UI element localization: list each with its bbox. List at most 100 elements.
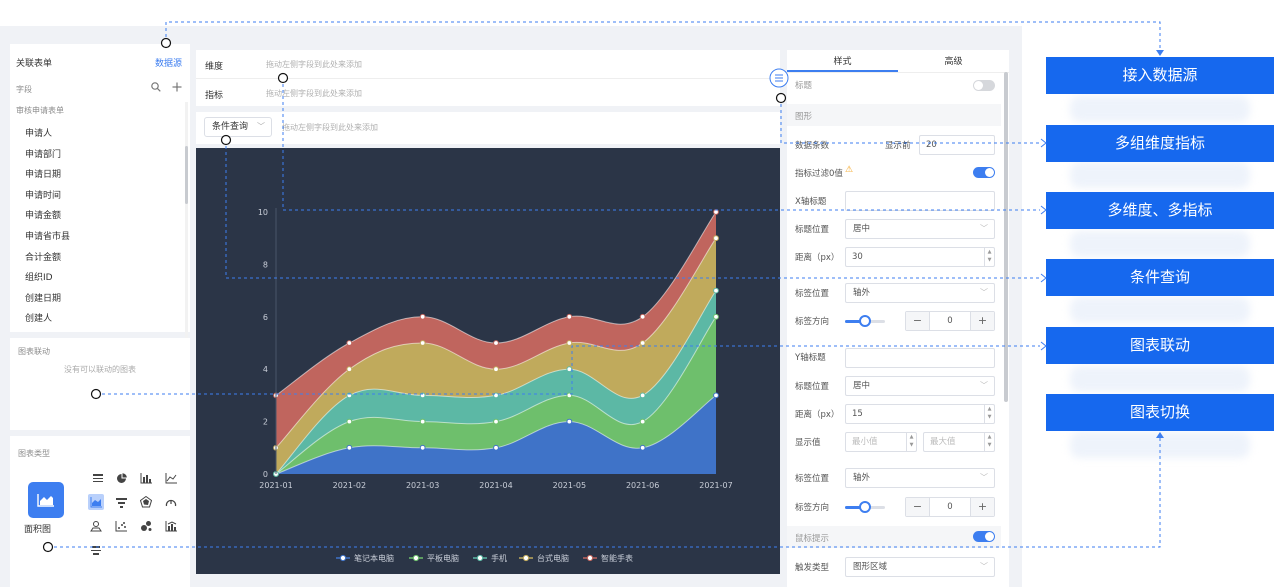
- x-distance-row: 距离（px） 30 ▲ ▼: [787, 246, 1001, 268]
- y-title-position-select[interactable]: 居中 ﹀: [845, 376, 995, 396]
- y-tick-position-select[interactable]: 轴外 ﹀: [845, 468, 995, 488]
- spin-arrows-icon[interactable]: ▲ ▼: [906, 433, 916, 451]
- data-point: [639, 313, 646, 320]
- area-chart-icon[interactable]: [88, 494, 104, 510]
- minus-button[interactable]: −: [906, 312, 930, 330]
- data-point: [639, 444, 646, 451]
- field-scrollbar[interactable]: [185, 102, 188, 374]
- dimension-drop-zone[interactable]: 维度 拖动左侧字段到此处来添加: [196, 50, 780, 78]
- bar-chart-icon[interactable]: [138, 470, 154, 486]
- x-title-position-select[interactable]: 居中 ﹀: [845, 219, 995, 239]
- field-item[interactable]: 合计金额: [25, 248, 70, 269]
- x-title-position-label: 标题位置: [795, 225, 830, 235]
- legend-label: 台式电脑: [537, 553, 569, 563]
- legend-label: 笔记本电脑: [354, 553, 394, 563]
- field-item[interactable]: 申请金额: [25, 206, 70, 227]
- metric-drop-zone[interactable]: 指标 拖动左侧字段到此处来添加: [196, 79, 780, 107]
- title-row: 标题: [787, 74, 1001, 96]
- title-toggle[interactable]: [973, 80, 995, 91]
- chart-linkage-panel: 图表联动 没有可以联动的图表: [10, 338, 190, 430]
- tooltip-toggle[interactable]: [973, 531, 995, 542]
- callout-chart-linkage[interactable]: 图表联动: [1046, 327, 1274, 364]
- callout-condition-query[interactable]: 条件查询: [1046, 259, 1274, 296]
- data-point: [419, 392, 426, 399]
- pie-chart-icon[interactable]: [113, 470, 129, 486]
- data-point: [419, 313, 426, 320]
- plus-button[interactable]: +: [970, 312, 994, 330]
- min-value-input[interactable]: 最小值 ▲ ▼: [845, 432, 917, 452]
- x-tick-direction-slider[interactable]: [845, 315, 885, 327]
- map-chart-icon[interactable]: [88, 518, 104, 534]
- legend-marker: [522, 554, 530, 562]
- radar-chart-icon[interactable]: [138, 494, 154, 510]
- y-distance-row: 距离（px） 15 ▲ ▼: [787, 403, 1001, 425]
- y-title-input[interactable]: [845, 348, 995, 368]
- filter-zero-toggle[interactable]: [973, 167, 995, 178]
- dimension-placeholder: 拖动左侧字段到此处来添加: [266, 60, 362, 69]
- bubble-chart-icon[interactable]: [138, 518, 154, 534]
- y-distance-input[interactable]: 15 ▲ ▼: [845, 404, 995, 424]
- y-tick-label: 10: [258, 208, 268, 217]
- area-chart-selected-icon[interactable]: [28, 482, 64, 518]
- max-value-input[interactable]: 最大值 ▲ ▼: [923, 432, 995, 452]
- datasource-link[interactable]: 数据源: [155, 56, 182, 69]
- x-title-input[interactable]: [845, 191, 995, 211]
- x-tick-direction-stepper[interactable]: − 0 +: [905, 311, 995, 331]
- plus-icon[interactable]: [172, 82, 182, 95]
- form-group-title: 审核申请表单: [16, 106, 64, 115]
- card-chart-icon[interactable]: [88, 542, 104, 558]
- tab-style[interactable]: 样式: [787, 54, 898, 67]
- tab-advanced[interactable]: 高级: [898, 54, 1009, 67]
- callout-shadow: [1070, 162, 1250, 188]
- data-point: [493, 418, 499, 425]
- funnel-chart-icon[interactable]: [113, 494, 129, 510]
- chart-type-title: 图表类型: [18, 449, 50, 458]
- field-item[interactable]: 创建人: [25, 309, 70, 330]
- field-item[interactable]: 申请省市县: [25, 227, 70, 248]
- scatter-chart-icon[interactable]: [113, 518, 129, 534]
- spin-arrows-icon[interactable]: ▲ ▼: [984, 248, 994, 266]
- y-tick-direction-slider[interactable]: [845, 501, 885, 513]
- callout-chart-switch[interactable]: 图表切换: [1046, 394, 1274, 431]
- spin-arrows-icon[interactable]: ▲ ▼: [984, 405, 994, 423]
- display-first-input[interactable]: 20: [919, 135, 995, 155]
- table-chart-icon[interactable]: [90, 470, 106, 486]
- x-title-position-row: 标题位置 居中 ﹀: [787, 218, 1001, 240]
- x-title-label: X轴标题: [795, 197, 827, 207]
- field-item[interactable]: 申请日期: [25, 165, 70, 186]
- callout-multi-dimension-metric[interactable]: 多组维度指标: [1046, 125, 1274, 162]
- trigger-type-select[interactable]: 图形区域 ﹀: [845, 557, 995, 577]
- stacked-area-chart[interactable]: 0 2 4 6 8 10 2021-01 2021-02 2021-03 2021-04 2021-…: [196, 148, 780, 574]
- y-title-label: Y轴标题: [795, 353, 826, 363]
- field-list: 申请人 申请部门 申请日期 申请时间 申请金额 申请省市县 合计金额 组织ID …: [25, 124, 70, 330]
- field-item[interactable]: 创建日期: [25, 289, 70, 310]
- data-point: [639, 392, 646, 399]
- data-point: [346, 444, 353, 451]
- tooltip-section[interactable]: 鼠标提示: [787, 526, 1001, 548]
- field-item[interactable]: 申请人: [25, 124, 70, 145]
- plus-button[interactable]: +: [970, 498, 994, 516]
- field-item[interactable]: 组织ID: [25, 268, 70, 289]
- legend-marker: [476, 554, 484, 562]
- field-item[interactable]: 申请时间: [25, 186, 70, 207]
- y-tick-label: 8: [263, 260, 268, 269]
- x-distance-value: 30: [852, 252, 863, 262]
- x-distance-input[interactable]: 30 ▲ ▼: [845, 247, 995, 267]
- warning-icon: ⚠: [845, 165, 854, 175]
- gauge-chart-icon[interactable]: [163, 494, 179, 510]
- condition-query-select[interactable]: 条件查询 ﹀: [204, 117, 272, 137]
- x-tick-position-select[interactable]: 轴外 ﹀: [845, 283, 995, 303]
- metric-placeholder: 拖动左侧字段到此处来添加: [266, 89, 362, 98]
- field-item[interactable]: 申请部门: [25, 145, 70, 166]
- spin-arrows-icon[interactable]: ▲ ▼: [984, 433, 994, 451]
- y-tick-direction-stepper[interactable]: − 0 +: [905, 497, 995, 517]
- callout-datasource[interactable]: 接入数据源: [1046, 57, 1274, 94]
- config-scrollbar[interactable]: [1004, 72, 1008, 402]
- shape-section[interactable]: 图形: [787, 104, 1001, 126]
- column-line-combo-icon[interactable]: [163, 518, 179, 534]
- search-icon[interactable]: [150, 82, 165, 95]
- line-chart-icon[interactable]: [163, 470, 179, 486]
- y-title-position-value: 居中: [853, 381, 871, 391]
- callout-multi-dim-multi-metric[interactable]: 多维度、多指标: [1046, 192, 1274, 229]
- minus-button[interactable]: −: [906, 498, 930, 516]
